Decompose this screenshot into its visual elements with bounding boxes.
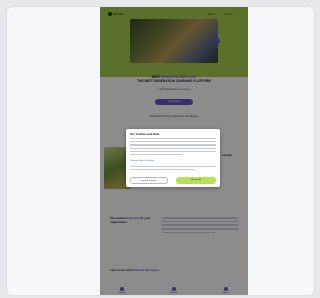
cookie-settings-button[interactable]: Cookie Settings xyxy=(130,177,168,184)
accept-all-button[interactable]: Accept All xyxy=(176,177,216,184)
preview-card: Moodle Menu Contact MEET MOODLEWORKPLACE… xyxy=(6,6,315,296)
cookie-consent-dialog: Our Cookies and Data Privacy Policy & Co… xyxy=(126,129,220,187)
privacy-policy-link[interactable]: Privacy Policy & Cookies xyxy=(130,160,154,162)
dialog-body-text-2 xyxy=(130,166,216,172)
dialog-title: Our Cookies and Data xyxy=(130,132,160,136)
dialog-body-text xyxy=(130,138,216,157)
